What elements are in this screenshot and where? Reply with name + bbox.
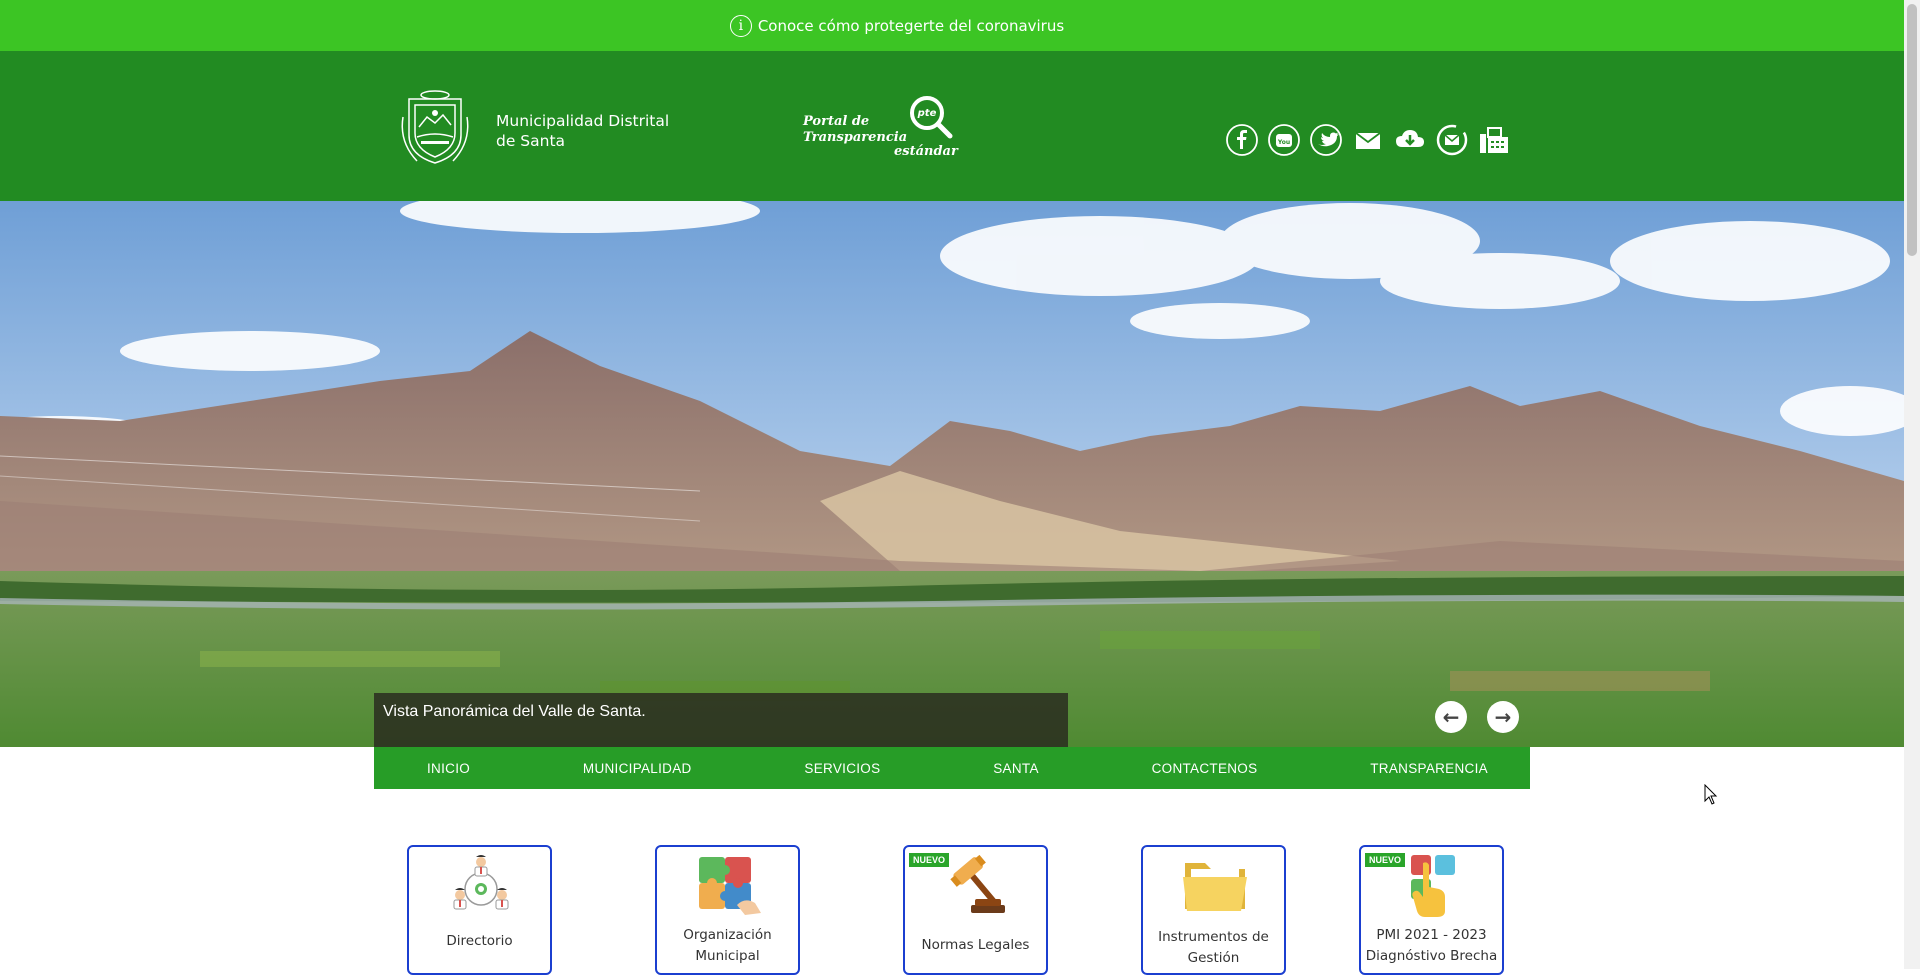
municipal-seal-logo[interactable] [395,87,475,169]
portal-line-1: Portal de [803,114,870,129]
card-label: PMI 2021 - 2023 Diagnóstivo Brecha [1365,927,1498,964]
slider-next-arrow-icon[interactable]: → [1487,701,1519,733]
nav-item-transparencia[interactable]: TRANSPARENCIA [1370,761,1488,776]
main-navigation: INICIO MUNICIPALIDAD SERVICIOS SANTA CON… [374,747,1530,789]
youtube-icon[interactable]: You [1267,123,1301,157]
slide-caption: Vista Panorámica del Valle de Santa. [374,693,1068,748]
municipality-name[interactable]: Municipalidad Distrital de Santa [496,111,696,151]
card-label: Normas Legales [921,937,1030,953]
brand-line-2: de Santa [496,132,566,150]
covid-banner[interactable]: i Conoce cómo protegerte del coronavirus [0,0,1904,51]
quick-access-cards: Directorio Organización Municipal NUEVO … [0,845,1904,975]
card-pmi-2021-2023[interactable]: NUEVO PMI 2021 - 2023 Diagnóstivo Brecha [1359,845,1504,975]
card-instrumentos-gestion[interactable]: Instrumentos de Gestión [1141,845,1286,975]
cloud-download-icon[interactable] [1393,123,1427,157]
card-organizacion-municipal[interactable]: Organización Municipal [655,845,800,975]
nav-item-municipalidad[interactable]: MUNICIPALIDAD [583,761,692,776]
card-label: Directorio [446,933,513,949]
card-label: Organización Municipal [683,927,772,964]
puzzle-icon [699,857,761,915]
transparency-portal-link[interactable]: Portal de Transparencia estándar pte [800,94,960,164]
covid-banner-text[interactable]: Conoce cómo protegerte del coronavirus [758,17,1064,35]
twitter-icon[interactable] [1309,123,1343,157]
info-icon: i [729,14,752,37]
touch-tiles-icon [1411,855,1455,917]
social-links: You [1225,123,1511,157]
card-label: Instrumentos de Gestión [1158,929,1269,966]
mouse-cursor-icon [1704,784,1718,805]
nav-item-santa[interactable]: SANTA [993,761,1039,776]
hero-slider-image [0,201,1904,747]
portal-title: Portal de Transparencia [803,114,907,146]
page-scrollbar[interactable] [1904,0,1920,969]
svg-text:You: You [1277,139,1290,146]
team-network-icon [453,855,509,910]
card-normas-legales[interactable]: NUEVO Normas Legales [903,845,1048,975]
nav-item-inicio[interactable]: INICIO [427,761,470,776]
site-header: Municipalidad Distrital de Santa Portal … [0,51,1904,201]
portal-line-2: Transparencia [803,130,908,145]
facebook-icon[interactable] [1225,123,1259,157]
portal-line-3: estándar [894,144,958,159]
gavel-icon [950,854,1005,913]
folder-icon [1183,863,1247,911]
mail-icon[interactable] [1351,123,1385,157]
pte-badge-text: pte [917,108,937,119]
nav-item-contactenos[interactable]: CONTACTENOS [1152,761,1258,776]
nav-item-servicios[interactable]: SERVICIOS [804,761,880,776]
scrollbar-thumb[interactable] [1907,4,1917,256]
brand-line-1: Municipalidad Distrital [496,112,670,130]
fax-icon[interactable] [1477,123,1511,157]
magnifier-icon: pte [910,96,953,139]
webmail-icon[interactable] [1435,123,1469,157]
card-directorio[interactable]: Directorio [407,845,552,975]
slider-prev-arrow-icon[interactable]: ← [1435,701,1467,733]
